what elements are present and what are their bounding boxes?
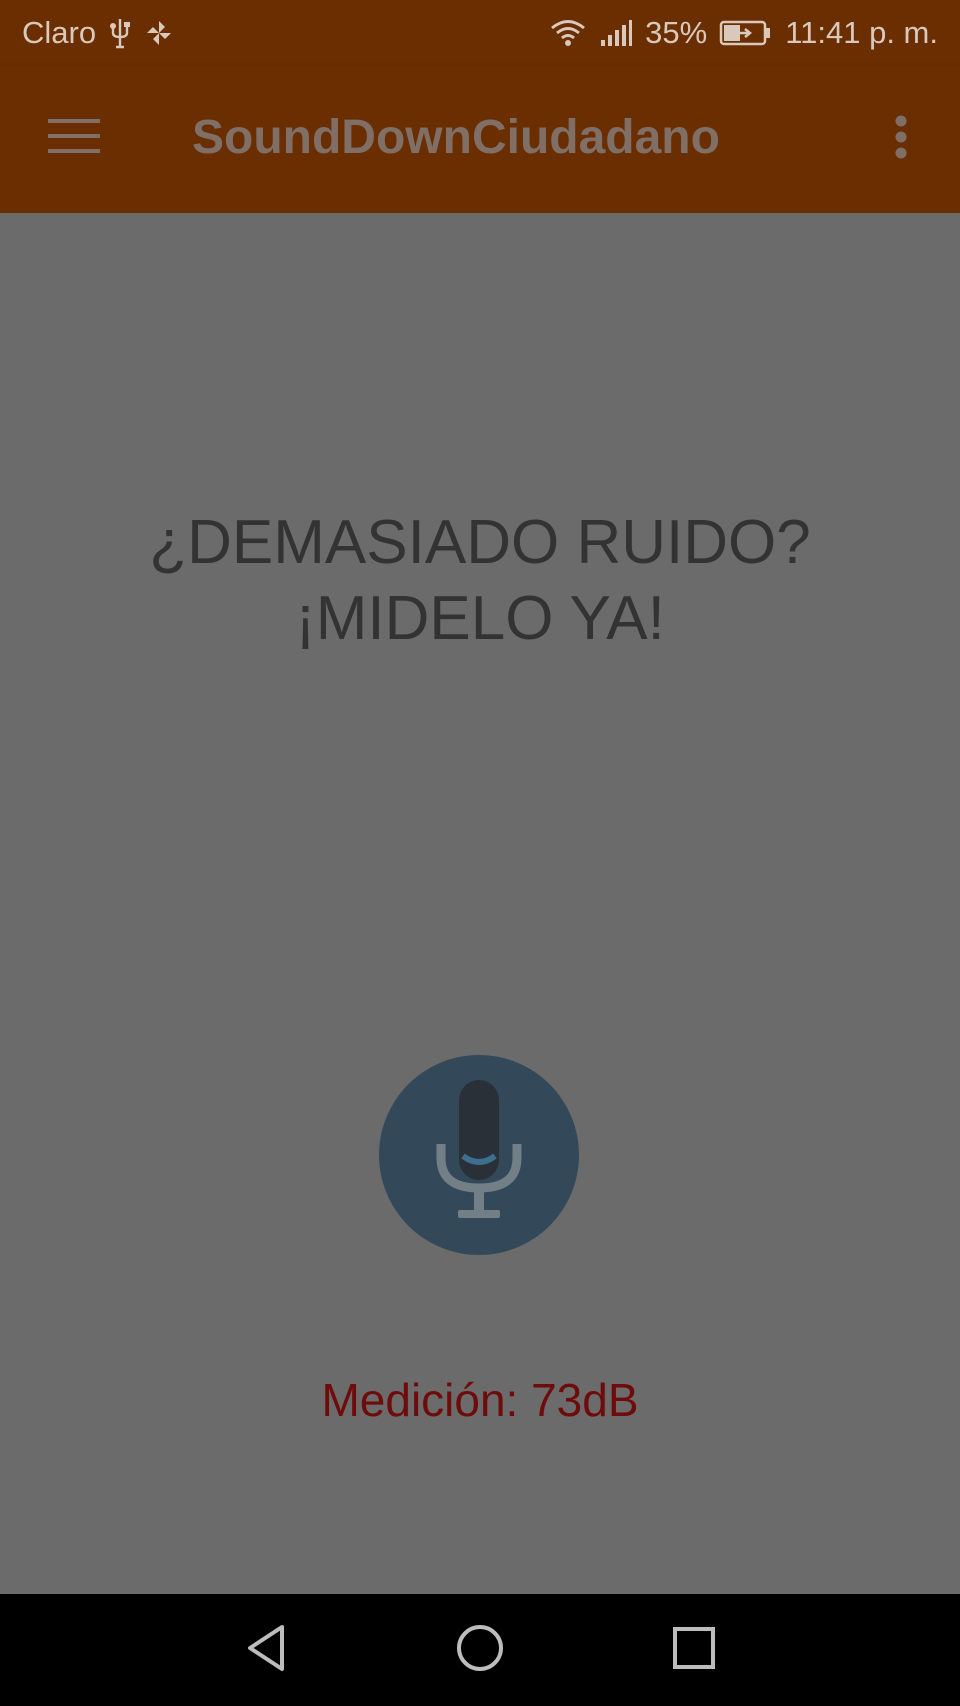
carrier-label: Claro: [22, 15, 97, 50]
microphone-icon: [429, 1078, 529, 1233]
signal-icon: [599, 18, 633, 48]
home-button[interactable]: [448, 1620, 512, 1680]
status-bar-left: Claro: [22, 15, 174, 51]
measurement-readout: Medición: 73dB: [321, 1374, 639, 1426]
headline-line-2: ¡MIDELO YA!: [295, 584, 665, 653]
recents-button[interactable]: [662, 1620, 726, 1680]
navigation-drawer-button[interactable]: [42, 112, 106, 164]
recents-icon: [671, 1625, 717, 1676]
status-bar-right: 35% 11:41 p. m.: [549, 15, 938, 51]
back-icon: [244, 1623, 288, 1678]
more-vert-icon: [894, 115, 908, 164]
battery-percent: 35%: [645, 15, 708, 50]
system-navigation-bar: [0, 1594, 960, 1706]
overflow-menu-button[interactable]: [880, 110, 922, 168]
clock: 11:41 p. m.: [785, 15, 938, 50]
usb-icon: [108, 17, 132, 49]
app-title: SoundDownCiudadano: [192, 111, 720, 164]
hamburger-menu-icon: [48, 117, 100, 160]
battery-charging-icon: [719, 19, 773, 47]
home-icon: [455, 1623, 505, 1678]
record-button[interactable]: [379, 1055, 579, 1255]
app-bar: SoundDownCiudadano: [0, 66, 960, 213]
status-bar: Claro 35% 11:41 p. m.: [0, 0, 960, 66]
pinwheel-icon: [144, 18, 174, 48]
back-button[interactable]: [234, 1620, 298, 1680]
main-content: ¿DEMASIADO RUIDO? ¡MIDELO YA! Medición: …: [0, 213, 960, 1594]
wifi-icon: [549, 17, 587, 49]
headline: ¿DEMASIADO RUIDO? ¡MIDELO YA!: [0, 505, 960, 657]
headline-line-1: ¿DEMASIADO RUIDO?: [149, 508, 811, 577]
